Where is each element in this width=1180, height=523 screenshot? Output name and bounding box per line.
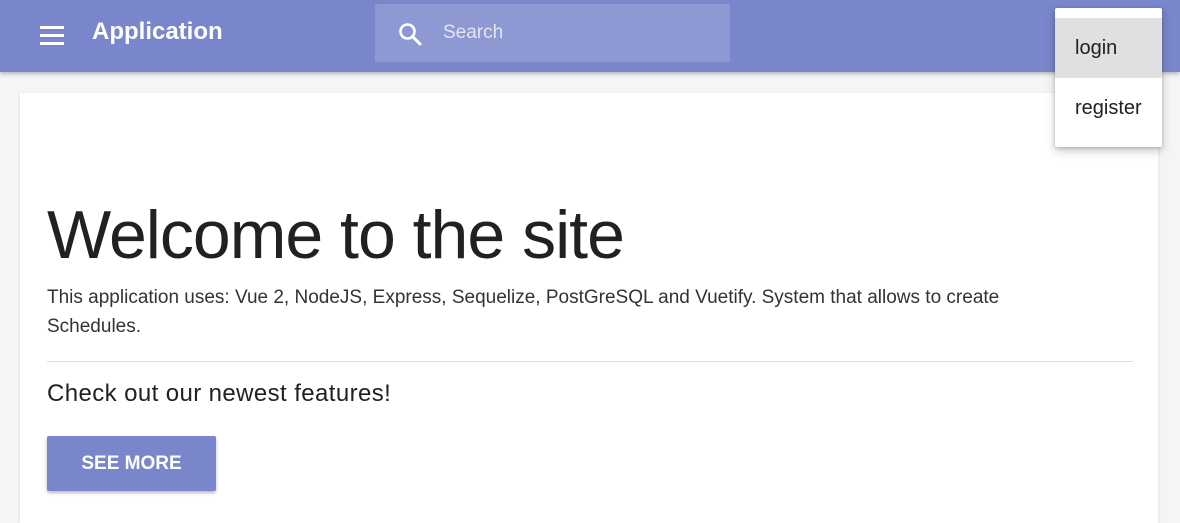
app-toolbar: Application — [0, 0, 1180, 72]
search-input[interactable] — [443, 18, 713, 48]
menu-item-register[interactable]: register — [1055, 78, 1162, 138]
see-more-button[interactable]: See more — [47, 436, 216, 491]
menu-button[interactable] — [34, 18, 70, 54]
page-title: Welcome to the site — [47, 197, 625, 273]
search-bar[interactable] — [375, 4, 730, 62]
search-icon — [397, 21, 423, 47]
divider — [47, 361, 1133, 362]
menu-item-login[interactable]: login — [1055, 18, 1162, 78]
description-text: This application uses: Vue 2, NodeJS, Ex… — [47, 287, 1000, 337]
account-dropdown-menu: login register — [1055, 8, 1162, 147]
hamburger-menu-icon — [34, 18, 70, 54]
app-title: Application — [92, 18, 223, 45]
welcome-card: Welcome to the site This application use… — [20, 93, 1158, 523]
features-heading: Check out our newest features! — [47, 380, 392, 407]
